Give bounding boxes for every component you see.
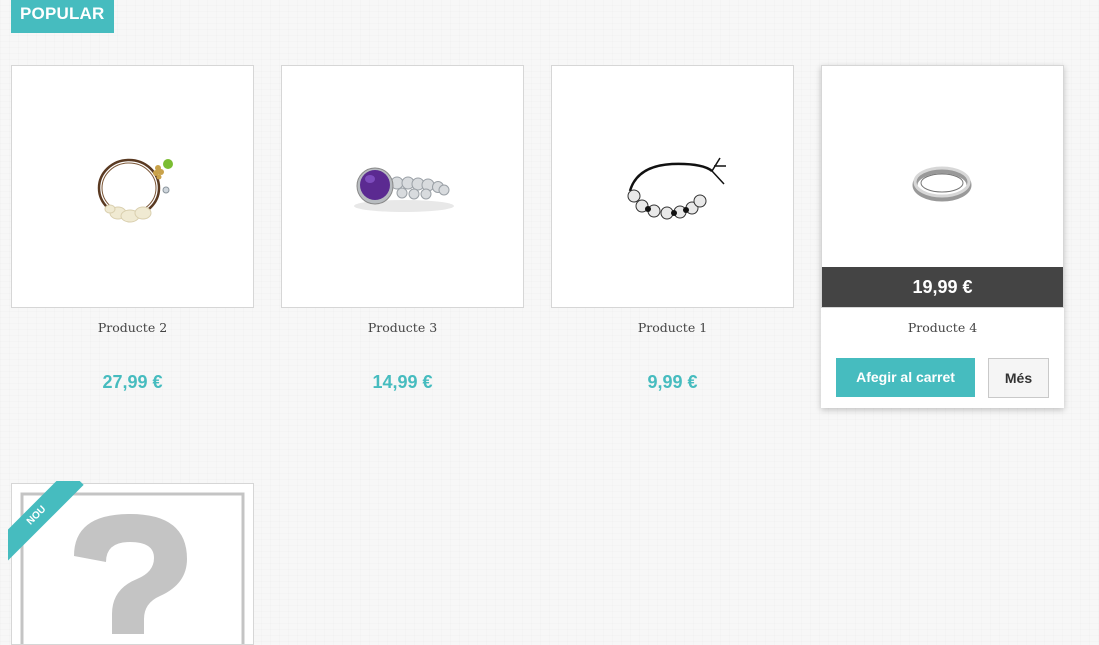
new-product-card[interactable]: NOU	[8, 481, 254, 645]
bracelet-charm-icon	[97, 158, 173, 223]
product-card[interactable]: Producte 1 9,99 €	[551, 65, 794, 393]
bead-bracelet-icon	[627, 157, 726, 220]
amethyst-ring-icon	[354, 167, 454, 212]
product-image[interactable]	[281, 65, 524, 308]
product-image[interactable]	[551, 65, 794, 308]
new-badge-label: NOU	[8, 481, 84, 561]
product-price: 27,99 €	[102, 372, 163, 392]
silver-ring-icon	[912, 166, 972, 202]
add-to-cart-button[interactable]: Afegir al carret	[836, 358, 975, 397]
product-image[interactable]	[11, 65, 254, 308]
new-badge: NOU	[8, 481, 88, 561]
product-name[interactable]: Producte 4	[821, 320, 1064, 335]
product-card[interactable]: Producte 3 14,99 €	[281, 65, 524, 393]
product-card-hovered[interactable]: 19,99 € Producte 4 Afegir al carret Més	[821, 65, 1064, 408]
product-card[interactable]: Producte 2 27,99 €	[11, 65, 254, 393]
product-name[interactable]: Producte 2	[11, 320, 254, 335]
more-button[interactable]: Més	[988, 358, 1049, 398]
product-name[interactable]: Producte 3	[281, 320, 524, 335]
product-name[interactable]: Producte 1	[551, 320, 794, 335]
product-price-band: 19,99 €	[822, 267, 1063, 307]
section-title: POPULAR	[11, 0, 114, 33]
product-image[interactable]: 19,99 €	[821, 65, 1064, 308]
product-price: 9,99 €	[647, 372, 698, 392]
product-price: 14,99 €	[372, 372, 433, 392]
